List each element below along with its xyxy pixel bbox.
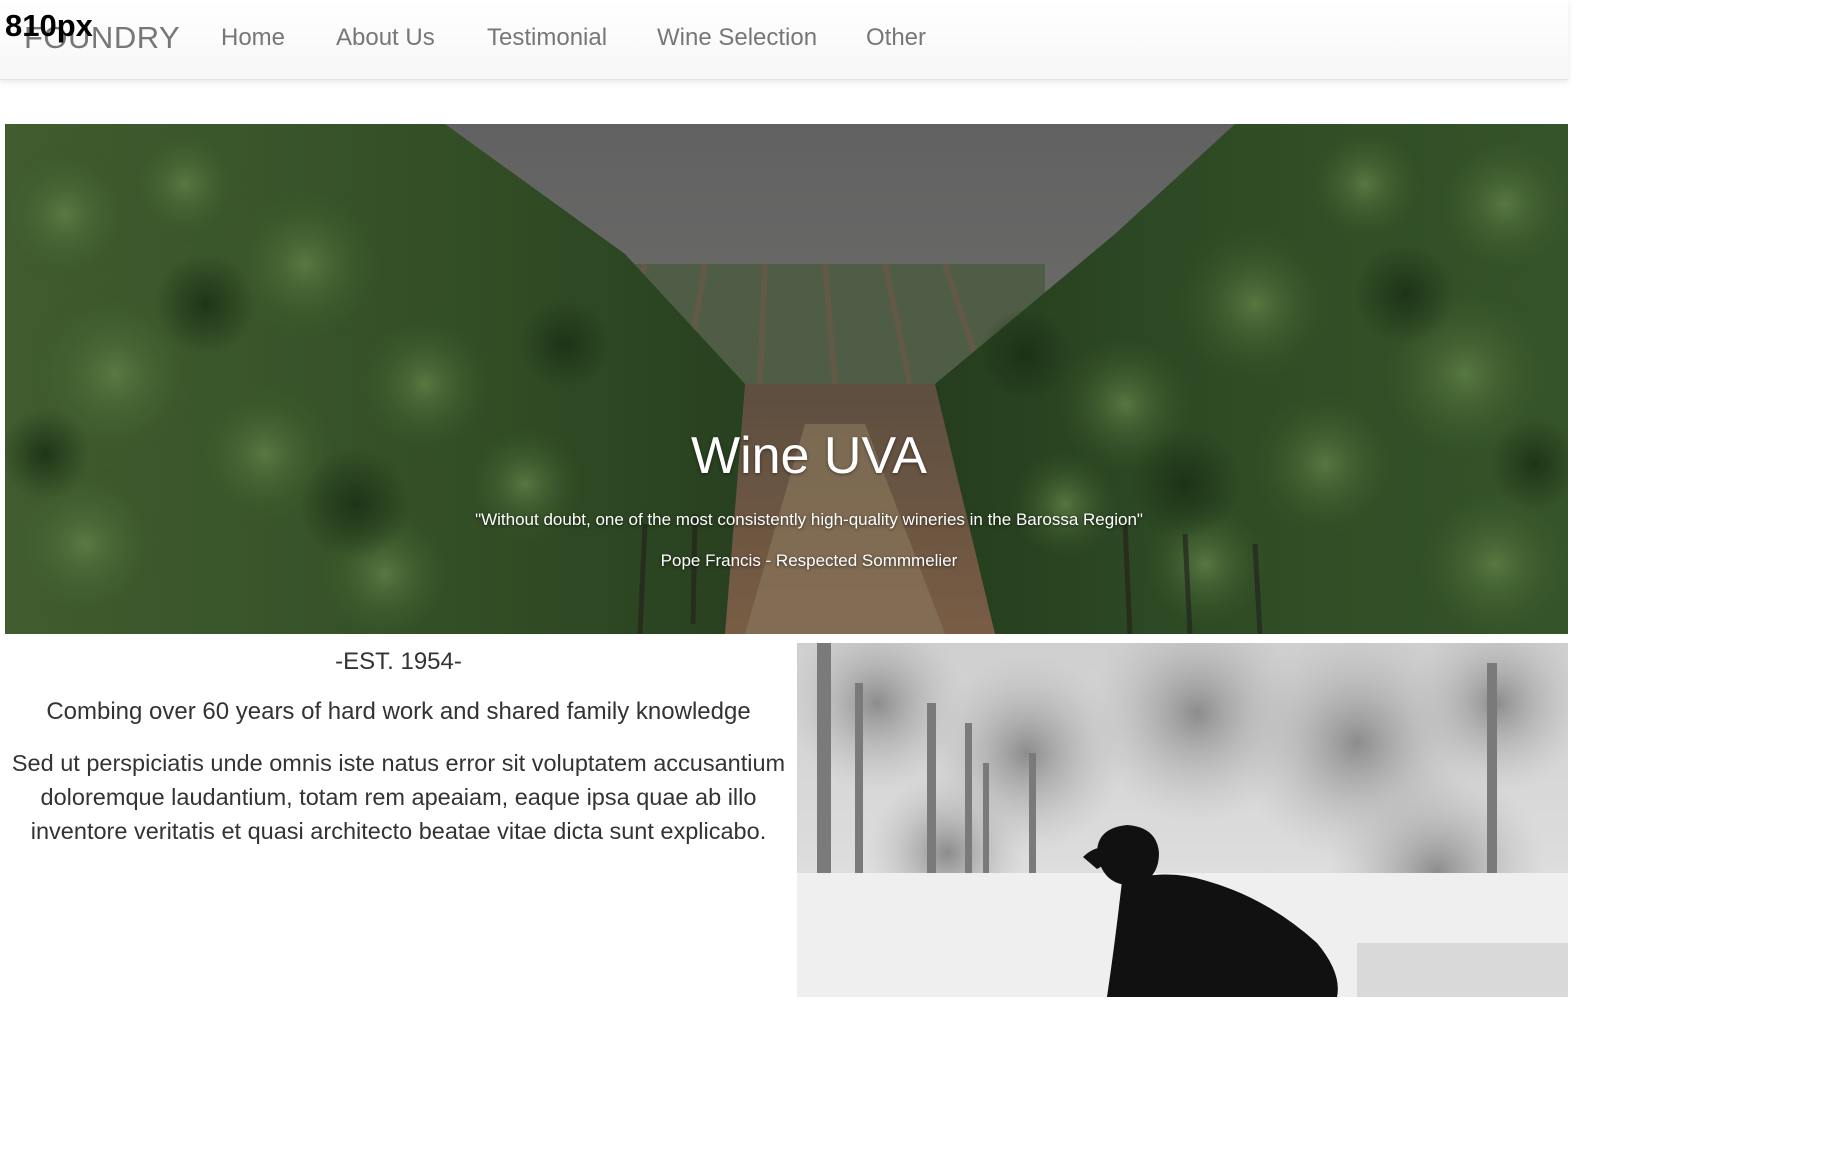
nav-item-other[interactable]: Other bbox=[866, 24, 926, 52]
about-body-line: doloremque laudantium, totam rem apeaiam… bbox=[40, 784, 757, 810]
hero-title: Wine UVA bbox=[691, 427, 927, 485]
nav-item-wine-selection[interactable]: Wine Selection bbox=[657, 24, 817, 52]
about-lead: Combing over 60 years of hard work and s… bbox=[46, 698, 751, 725]
nav-item-home[interactable]: Home bbox=[221, 24, 285, 52]
hero-banner: Wine UVA "Without doubt, one of the most… bbox=[5, 124, 1568, 634]
about-body-line: Sed ut perspiciatis unde omnis iste natu… bbox=[11, 750, 786, 776]
hero-quote-author: Pope Francis - Respected Sommmelier bbox=[660, 551, 958, 570]
about-body-line: inventore veritatis et quasi architecto … bbox=[30, 818, 767, 844]
established-year: -EST. 1954- bbox=[335, 648, 462, 675]
about-body: Sed ut perspiciatis unde omnis iste natu… bbox=[0, 746, 797, 848]
vintner-photo bbox=[797, 643, 1568, 997]
nav-item-about-us[interactable]: About Us bbox=[336, 24, 435, 52]
viewport-width-overlay: 810px bbox=[5, 8, 93, 43]
navbar: FOUNDRY Home About Us Testimonial Wine S… bbox=[0, 0, 1568, 80]
hero-quote: "Without doubt, one of the most consiste… bbox=[475, 510, 1143, 529]
nav-item-testimonial[interactable]: Testimonial bbox=[487, 24, 607, 52]
